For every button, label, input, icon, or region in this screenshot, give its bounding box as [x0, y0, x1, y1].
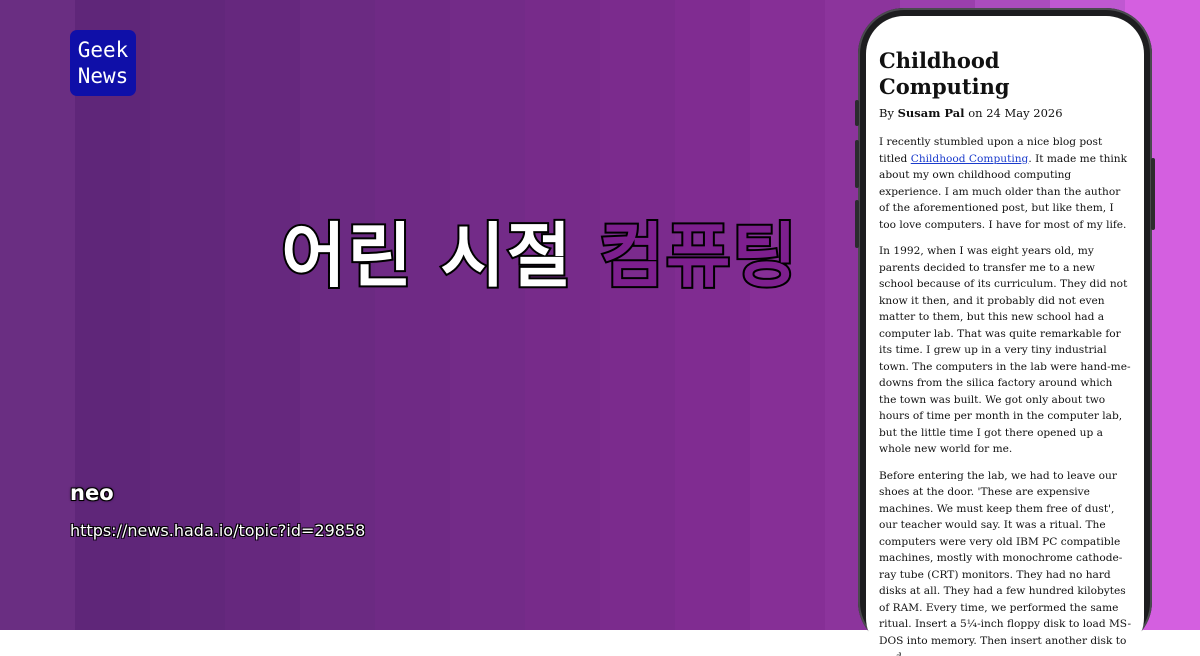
logo-line2: News	[78, 63, 129, 89]
headline-white: 어린 시절	[281, 215, 573, 297]
phone-volume-down-button	[855, 200, 859, 248]
article-paragraph-1: I recently stumbled upon a nice blog pos…	[879, 134, 1132, 233]
phone-mockup: Childhood Computing By Susam Pal on 24 M…	[858, 8, 1152, 648]
author-name: neo	[70, 481, 114, 505]
phone-volume-up-button	[855, 140, 859, 188]
topic-url[interactable]: https://news.hada.io/topic?id=29858	[70, 521, 365, 540]
headline-accent: 컴퓨팅	[600, 215, 799, 297]
phone-side-button	[855, 100, 859, 126]
logo-line1: Geek	[78, 37, 129, 63]
byline-on: on	[968, 106, 982, 120]
article-paragraph-3: Before entering the lab, we had to leave…	[879, 468, 1132, 656]
phone-power-button	[1151, 158, 1155, 230]
byline-by: By	[879, 106, 894, 120]
childhood-computing-link[interactable]: Childhood Computing	[911, 153, 1029, 165]
article: Childhood Computing By Susam Pal on 24 M…	[866, 16, 1144, 656]
geeknews-logo[interactable]: Geek News	[70, 30, 136, 96]
phone-screen: Childhood Computing By Susam Pal on 24 M…	[866, 16, 1144, 656]
byline-date: 24 May 2026	[986, 106, 1062, 120]
article-paragraph-2: In 1992, when I was eight years old, my …	[879, 243, 1132, 458]
byline-author: Susam Pal	[898, 106, 965, 120]
article-byline: By Susam Pal on 24 May 2026	[879, 106, 1132, 120]
article-title: Childhood Computing	[879, 48, 1132, 100]
